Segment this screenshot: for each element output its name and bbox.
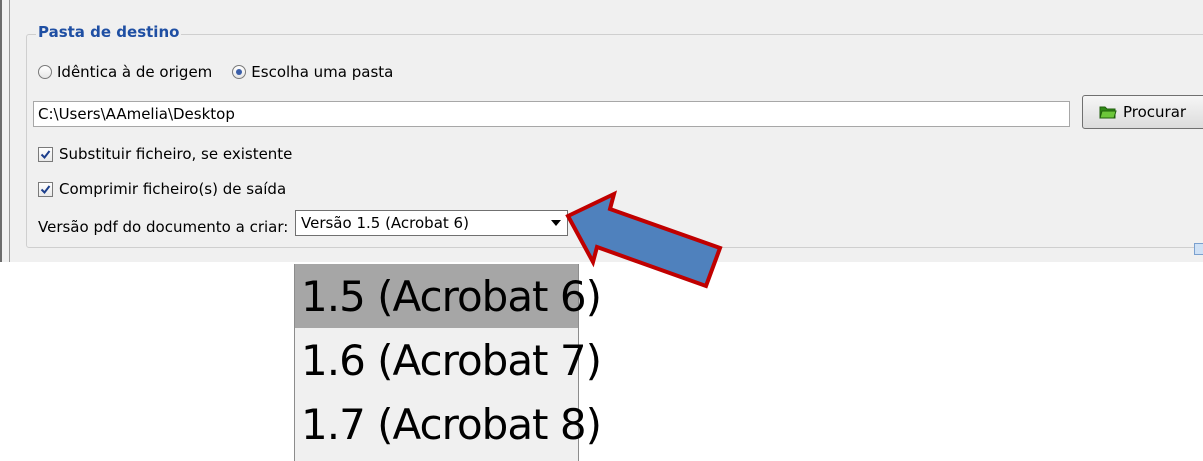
overwrite-label: Substituir ficheiro, se existente	[59, 145, 293, 163]
browse-button-label: Procurar	[1123, 103, 1187, 121]
group-title: Pasta de destino	[36, 23, 182, 41]
pointer-arrow-annotation	[565, 190, 723, 289]
folder-open-icon	[1099, 105, 1117, 119]
checkmark-icon	[40, 184, 51, 194]
dropdown-option-1-7[interactable]: 1.7 (Acrobat 8)	[295, 392, 602, 456]
radio-choose-folder-label: Escolha uma pasta	[251, 63, 394, 81]
pdf-version-selected-value: Versão 1.5 (Acrobat 6)	[301, 214, 469, 232]
radio-same-as-source[interactable]: Idêntica à de origem	[38, 63, 212, 81]
dropdown-option-1-6[interactable]: 1.6 (Acrobat 7)	[295, 328, 602, 392]
compress-label: Comprimir ficheiro(s) de saída	[59, 180, 287, 198]
compress-checkbox[interactable]	[38, 181, 53, 197]
overwrite-checkbox[interactable]	[38, 146, 53, 162]
checkmark-icon	[40, 149, 51, 159]
dropdown-option-1-5[interactable]: 1.5 (Acrobat 6)	[295, 264, 602, 328]
overwrite-checkbox-row[interactable]: Substituir ficheiro, se existente	[38, 145, 292, 163]
compress-checkbox-row[interactable]: Comprimir ficheiro(s) de saída	[38, 180, 286, 198]
browse-button[interactable]: Procurar	[1082, 95, 1203, 129]
destination-radio-group: Idêntica à de origem Escolha uma pasta	[38, 63, 393, 81]
pdf-version-label: Versão pdf do documento a criar:	[38, 218, 289, 236]
pdf-version-select[interactable]: Versão 1.5 (Acrobat 6)	[295, 210, 568, 236]
destination-path-input[interactable]	[33, 101, 1070, 127]
radio-checked-icon[interactable]	[232, 65, 247, 79]
resize-grip-icon	[1194, 243, 1203, 255]
pdf-version-dropdown-list: 1.5 (Acrobat 6) 1.6 (Acrobat 7) 1.7 (Acr…	[294, 264, 602, 461]
radio-choose-folder[interactable]: Escolha uma pasta	[232, 63, 393, 81]
radio-same-as-source-label: Idêntica à de origem	[57, 63, 213, 81]
radio-unchecked-icon[interactable]	[38, 65, 52, 79]
